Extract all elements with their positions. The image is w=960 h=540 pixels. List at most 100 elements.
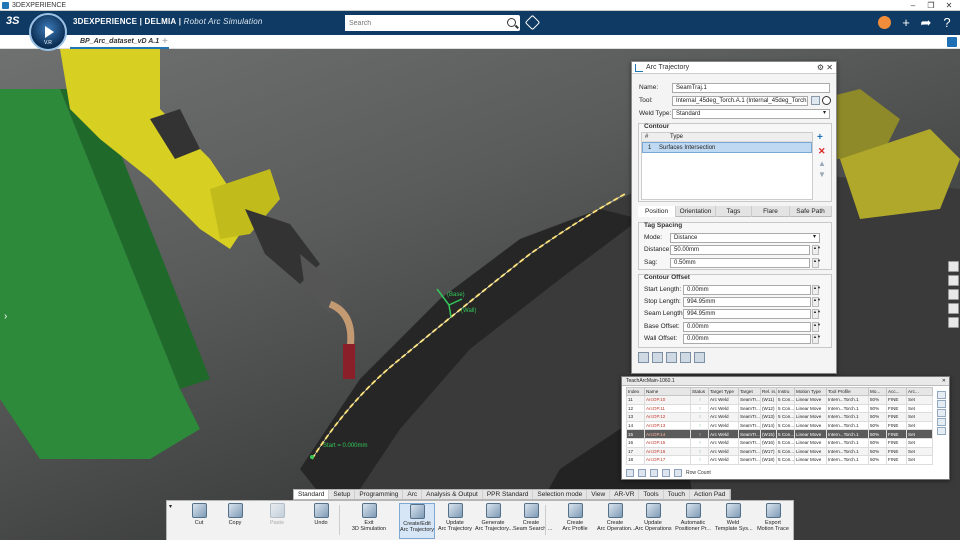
table-icon[interactable] <box>652 352 663 363</box>
tag-icon[interactable] <box>524 14 541 31</box>
col-header[interactable]: Status <box>690 387 709 396</box>
tab-arc[interactable]: Arc <box>403 490 423 499</box>
scroll-bottom-icon[interactable] <box>937 427 946 435</box>
refresh-icon[interactable] <box>662 469 670 477</box>
create-arc-profile-button[interactable]: Create Arc Profile <box>557 503 593 539</box>
col-header[interactable]: Tool Profile <box>826 387 869 396</box>
table-row[interactable]: 12 ArcOP.11 ↑ Arc Weld SeamTr... (W12) 5 Con..… <box>626 403 933 414</box>
col-header[interactable]: Arc... <box>906 387 933 396</box>
move-down-icon[interactable]: ▼ <box>818 170 826 179</box>
view-icon[interactable] <box>948 261 959 272</box>
tab-orientation[interactable]: Orientation <box>676 206 716 217</box>
compass-icon[interactable]: V.R <box>29 13 67 51</box>
base-offset-field[interactable]: 0.00mm <box>683 322 811 332</box>
dialog-close-icon[interactable]: ✕ <box>826 62 833 74</box>
create-arc-operation-button[interactable]: Create Arc Operation... <box>597 503 636 539</box>
home-icon[interactable] <box>948 303 959 314</box>
search-icon[interactable] <box>507 18 516 27</box>
tab-standard[interactable]: Standard <box>294 490 330 499</box>
name-field[interactable]: SeamTraj.1 <box>672 83 830 93</box>
undo-button[interactable]: Undo <box>303 503 339 539</box>
stop-length-stepper[interactable]: ▲▼ <box>812 297 821 307</box>
base-offset-stepper[interactable]: ▲▼ <box>812 322 821 332</box>
fit-icon[interactable] <box>948 289 959 300</box>
table-row[interactable]: 13 ArcOP.12 ↑ Arc Weld SeamTr... (W13) 5 Con..… <box>626 412 933 422</box>
stop-length-field[interactable]: 994.95mm <box>683 297 811 307</box>
weld-template-button[interactable]: Weld Template Sys... <box>715 503 753 539</box>
export-motion-trace-button[interactable]: Export Motion Trace <box>755 503 791 539</box>
wall-offset-stepper[interactable]: ▲▼ <box>812 334 821 344</box>
create-edit-arc-trajectory-button[interactable]: Create/Edit Arc Trajectory <box>399 503 435 539</box>
clock-icon[interactable] <box>674 469 682 477</box>
col-header[interactable]: Rel. in... <box>760 387 777 396</box>
visualize-icon[interactable] <box>638 352 649 363</box>
edit-tool-icon[interactable] <box>811 96 820 105</box>
avatar[interactable] <box>878 16 891 29</box>
col-header[interactable]: Index <box>626 387 645 396</box>
list-item[interactable]: 1 Surfaces Intersection <box>642 142 812 153</box>
update-arc-trajectory-button[interactable]: Update Arc Trajectory <box>437 503 473 539</box>
settings-gear-icon[interactable]: ⚙ <box>817 62 824 74</box>
tab-touch[interactable]: Touch <box>664 490 690 499</box>
expand-icon[interactable] <box>947 37 957 47</box>
render-icon[interactable] <box>948 275 959 286</box>
distance-field[interactable]: 50.00mm <box>670 245 810 255</box>
automatic-positioner-button[interactable]: Automatic Positioner Pr... <box>675 503 711 539</box>
move-up-icon[interactable]: ▲ <box>818 159 826 168</box>
col-header[interactable]: Name <box>644 387 691 396</box>
tab-view[interactable]: View <box>587 490 611 499</box>
share-icon[interactable]: ➦ <box>917 14 935 32</box>
tab-programming[interactable]: Programming <box>355 490 404 499</box>
col-header[interactable]: Target Type <box>708 387 739 396</box>
create-seam-search-button[interactable]: Create Seam Search ... <box>513 503 552 539</box>
mode-select[interactable]: Distance <box>670 233 820 243</box>
add-contour-icon[interactable]: + <box>817 132 823 143</box>
columns-icon[interactable] <box>638 469 646 477</box>
tab-safe-path[interactable]: Safe Path <box>790 206 832 217</box>
sag-stepper[interactable]: ▲▼ <box>812 258 821 268</box>
light-icon[interactable] <box>948 317 959 328</box>
paste-button[interactable]: Paste <box>259 503 295 539</box>
tab-document[interactable]: BP_Arc_dataset_vD A.1 <box>70 35 170 49</box>
search-input[interactable] <box>345 15 495 31</box>
tab-ar-vr[interactable]: AR-VR <box>610 490 640 499</box>
table-row[interactable]: 14 ArcOP.13 ↑ Arc Weld SeamTr... (W14) 5 Con..… <box>626 420 933 431</box>
teach-titlebar[interactable]: TeachArcMain-1060.1 ✕ <box>622 377 949 386</box>
restore-icon[interactable]: ❐ <box>922 0 940 11</box>
update-arc-operations-button[interactable]: Update Arc Operations <box>635 503 672 539</box>
weld-type-select[interactable]: Standard <box>672 109 830 119</box>
search-tag-icon[interactable] <box>680 352 691 363</box>
filter-icon[interactable] <box>626 469 634 477</box>
add-icon[interactable]: + <box>897 14 915 32</box>
reach-icon[interactable] <box>694 352 705 363</box>
jump-icon[interactable] <box>937 409 946 417</box>
table-row[interactable]: 17 ArcOP.16 ↑ Arc Weld SeamTr... (W17) 5 Con..… <box>626 446 933 457</box>
robot-icon[interactable] <box>666 352 677 363</box>
tool-field[interactable]: Internal_45deg_Torch.A.1 (Internal_45deg… <box>672 96 808 106</box>
play-icon[interactable] <box>45 26 54 38</box>
delete-contour-icon[interactable]: ✕ <box>818 146 826 157</box>
scroll-up-icon[interactable] <box>937 400 946 408</box>
seam-length-stepper[interactable]: ▲▼ <box>812 309 821 319</box>
start-length-field[interactable]: 0.00mm <box>683 285 811 295</box>
tab-analysis-output[interactable]: Analysis & Output <box>422 490 483 499</box>
tab-position[interactable]: Position <box>638 206 676 217</box>
scroll-top-icon[interactable] <box>937 391 946 399</box>
select-tool-icon[interactable] <box>822 96 831 105</box>
tab-flare[interactable]: Flare <box>752 206 790 217</box>
table-row[interactable]: 11 ArcOP.10 ↑ Arc Weld SeamTr... (W11) 5 Con..… <box>626 395 933 405</box>
sag-field[interactable]: 0.50mm <box>670 258 810 268</box>
generate-arc-trajectory-button[interactable]: Generate Arc Trajectory... <box>475 503 513 539</box>
tab-selection-mode[interactable]: Selection mode <box>533 490 588 499</box>
col-header[interactable]: Target <box>738 387 761 396</box>
table-row[interactable]: 18 ArcOP.17 ↑ Arc Weld SeamTr... (W18) 5 Con..… <box>626 455 933 465</box>
scroll-down-icon[interactable] <box>937 418 946 426</box>
wall-offset-field[interactable]: 0.00mm <box>683 334 811 344</box>
add-tab-icon[interactable]: + <box>162 35 168 49</box>
table-row[interactable]: 15 ArcOP.14 ↑ Arc Weld SeamTr... (W15) 5 Con..… <box>626 429 933 439</box>
copy-button[interactable]: Copy <box>217 503 253 539</box>
col-header[interactable]: Mo... <box>868 387 887 396</box>
exit-simulation-button[interactable]: Exit 3D Simulation <box>351 503 387 539</box>
minimize-icon[interactable]: – <box>904 0 922 11</box>
tab-ppr-standard[interactable]: PPR Standard <box>483 490 534 499</box>
